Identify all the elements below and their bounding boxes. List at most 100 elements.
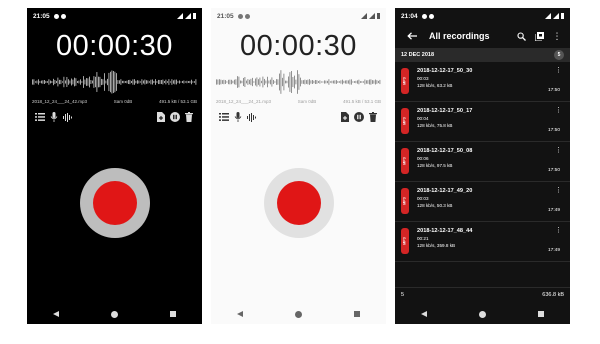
footer-total-size: 636.8 kB xyxy=(542,292,564,298)
waveform-bar xyxy=(173,80,174,84)
waveform-bar xyxy=(252,77,253,87)
recorder-toolbar xyxy=(211,110,386,124)
waveform-bar xyxy=(188,81,189,83)
waveform-bar xyxy=(162,79,164,85)
waveform-icon[interactable] xyxy=(245,110,259,124)
waveform-bar xyxy=(135,80,137,84)
list-item[interactable]: MP3 2018-12-12-17_50_17 00:04 128 kb/s, … xyxy=(395,102,570,142)
waveform-bar xyxy=(47,81,48,83)
record-button-core[interactable] xyxy=(276,181,321,225)
new-file-icon[interactable] xyxy=(338,110,352,124)
item-menu-icon[interactable]: ⋮ xyxy=(555,187,562,194)
waveform-bar xyxy=(45,80,47,84)
microphone-icon[interactable] xyxy=(47,110,61,124)
waveform-bar xyxy=(96,72,98,92)
recent-apps-icon[interactable] xyxy=(170,311,176,317)
notification-icon xyxy=(53,13,59,19)
file-info-row: 2018_12_24___24_42.mp3 Sam 0dB 491.5 kB … xyxy=(27,99,202,104)
record-button[interactable] xyxy=(263,168,334,238)
waveform-bar xyxy=(241,80,243,84)
record-button[interactable] xyxy=(79,168,150,238)
recording-name: 2018-12-12-17_48_44 xyxy=(417,228,473,234)
waveform-bar xyxy=(223,79,225,85)
recording-timer: 00:00:30 xyxy=(240,30,357,62)
waveform-bar xyxy=(220,79,222,85)
status-time: 21:05 xyxy=(217,12,234,20)
library-icon[interactable] xyxy=(532,29,546,43)
list-item[interactable]: MP3 2018-12-12-17_50_08 00:06 128 kb/s, … xyxy=(395,142,570,182)
waveform-bar xyxy=(315,79,316,85)
navigation-bar xyxy=(211,304,386,324)
list-item[interactable]: MP3 2018-12-12-17_49_20 00:03 128 kb/s, … xyxy=(395,182,570,222)
waveform-bar xyxy=(235,79,237,85)
waveform-bar xyxy=(144,79,146,85)
delete-icon[interactable] xyxy=(182,110,196,124)
waveform-bar xyxy=(327,80,328,84)
waveform-bar xyxy=(68,79,69,85)
home-icon[interactable] xyxy=(111,310,118,318)
waveform-bar xyxy=(342,79,343,85)
search-icon[interactable] xyxy=(514,29,528,43)
waveform-bar xyxy=(304,79,306,85)
delete-icon[interactable] xyxy=(366,110,380,124)
waveform-bar xyxy=(125,81,126,83)
item-menu-icon[interactable]: ⋮ xyxy=(555,227,562,234)
waveform-bar xyxy=(234,79,235,85)
back-icon[interactable] xyxy=(237,311,243,317)
microphone-icon[interactable] xyxy=(231,110,245,124)
overflow-menu-icon[interactable]: ⋮ xyxy=(550,29,564,43)
waveform-bar xyxy=(35,81,36,83)
waveform-bar xyxy=(161,80,162,84)
recent-apps-icon[interactable] xyxy=(538,311,544,317)
waveform-bar xyxy=(182,80,183,84)
back-arrow-icon[interactable] xyxy=(405,29,419,43)
waveform-bar xyxy=(89,76,90,88)
new-file-icon[interactable] xyxy=(154,110,168,124)
recording-name: 2018-12-12-17_50_17 xyxy=(417,108,473,114)
waveform-bar xyxy=(322,81,324,83)
waveform-bar xyxy=(98,76,99,88)
pause-icon[interactable] xyxy=(168,110,182,124)
waveform xyxy=(32,70,197,94)
record-button-core[interactable] xyxy=(92,181,137,225)
list-item[interactable]: MP3 2018-12-12-17_50_30 00:03 128 kb/s, … xyxy=(395,62,570,102)
waveform-bar xyxy=(56,80,57,84)
pause-icon[interactable] xyxy=(352,110,366,124)
waveform-bar xyxy=(108,72,110,92)
waveform-bar xyxy=(71,78,72,86)
item-menu-icon[interactable]: ⋮ xyxy=(555,147,562,154)
item-menu-icon[interactable]: ⋮ xyxy=(555,67,562,74)
waveform-bar xyxy=(54,79,56,85)
waveform-bar xyxy=(110,71,111,93)
battery-icon xyxy=(193,13,196,19)
list-icon[interactable] xyxy=(33,110,47,124)
waveform-bar xyxy=(217,79,219,85)
waveform-bar xyxy=(146,80,147,84)
waveform-bar xyxy=(179,80,180,84)
waveform-bar xyxy=(276,79,277,85)
waveform-bar xyxy=(180,81,182,83)
waveform-bar xyxy=(328,79,330,85)
format-tag: MP3 xyxy=(401,108,409,134)
home-icon[interactable] xyxy=(479,310,486,318)
waveform-bar xyxy=(138,80,140,84)
waveform-icon[interactable] xyxy=(61,110,75,124)
waveform-bar xyxy=(336,80,337,84)
waveform-bar xyxy=(167,81,168,83)
waveform-bar xyxy=(345,80,346,84)
waveform-bar xyxy=(141,79,143,85)
waveform-bar xyxy=(298,74,300,90)
back-icon[interactable] xyxy=(421,311,427,317)
format-tag: MP3 xyxy=(401,148,409,174)
waveform-bar xyxy=(337,81,339,83)
notification-icon xyxy=(244,13,250,19)
waveform-bar xyxy=(159,79,161,85)
waveform-bar xyxy=(351,79,352,85)
item-menu-icon[interactable]: ⋮ xyxy=(555,107,562,114)
list-icon[interactable] xyxy=(217,110,231,124)
recent-apps-icon[interactable] xyxy=(354,311,360,317)
back-icon[interactable] xyxy=(53,311,59,317)
list-item[interactable]: MP3 2018-12-12-17_48_44 00:21 128 kb/s, … xyxy=(395,222,570,262)
home-icon[interactable] xyxy=(295,310,302,318)
wifi-icon xyxy=(545,13,551,19)
